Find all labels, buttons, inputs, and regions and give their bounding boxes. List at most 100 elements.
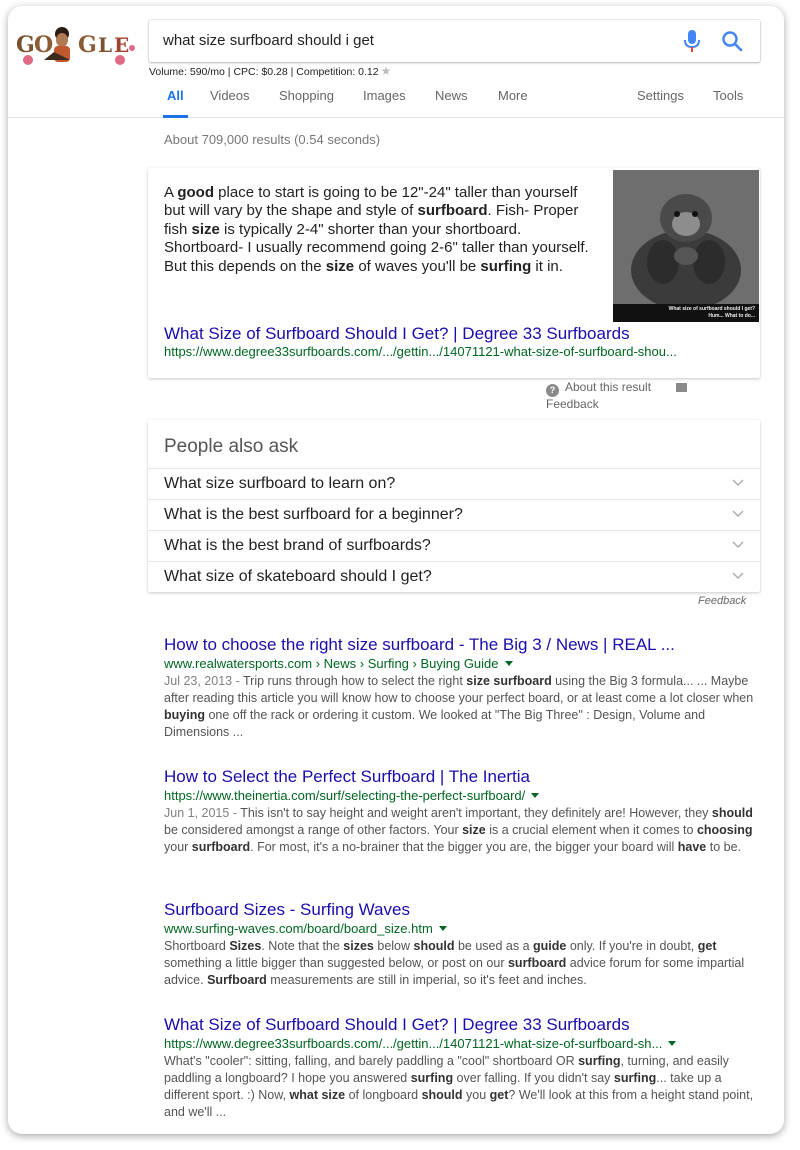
search-box[interactable] xyxy=(149,20,760,62)
desc-part: your xyxy=(164,840,192,854)
result-url: www.realwatersports.com › News › Surfing… xyxy=(164,656,754,672)
desc-bold: Surfboard xyxy=(207,973,267,987)
doodle-icon: G O G L E xyxy=(16,27,135,65)
feedback-label: Feedback xyxy=(546,397,599,411)
dropdown-caret-icon[interactable] xyxy=(504,661,513,666)
about-result-button[interactable]: ? About this result xyxy=(546,380,652,397)
snippet-text-part: of waves you'll be xyxy=(354,257,481,275)
caption-line: Hum... What to do... xyxy=(708,313,755,319)
result-url-text: www.surfing-waves.com/board/board_size.h… xyxy=(164,921,433,936)
desc-part: . Note that the xyxy=(261,939,344,953)
desc-part: something a little bigger than suggested… xyxy=(164,956,508,970)
tab-tools[interactable]: Tools xyxy=(713,88,743,118)
dropdown-caret-icon[interactable] xyxy=(531,793,540,798)
paa-question[interactable]: What size surfboard to learn on? xyxy=(148,468,760,499)
paa-question-text: What size of skateboard should I get? xyxy=(164,568,432,585)
desc-bold: get xyxy=(697,939,717,953)
desc-part: you xyxy=(462,1088,490,1102)
result-title-link[interactable]: Surfboard Sizes - Surfing Waves xyxy=(164,899,754,921)
result-url-text: https://www.degree33surfboards.com/.../g… xyxy=(164,1036,663,1051)
desc-bold: surfboard xyxy=(507,956,567,970)
desc-part: one off the rack or ordering it custom. … xyxy=(164,708,706,739)
search-tabs: All Videos Shopping Images News More Set… xyxy=(149,88,760,118)
snippet-text: A good place to start is going to be 12"… xyxy=(164,184,594,276)
snippet-title-link[interactable]: What Size of Surfboard Should I Get? | D… xyxy=(164,324,630,344)
result-date: Jul 23, 2013 - xyxy=(164,674,243,688)
desc-bold: should xyxy=(413,939,455,953)
desc-part: measurements are still in imperial, so i… xyxy=(266,973,587,987)
chevron-down-icon xyxy=(732,541,744,548)
desc-part: to be. xyxy=(706,840,741,854)
svg-text:G: G xyxy=(16,32,35,58)
search-header: G O G L E what size surfboard should i g… xyxy=(8,6,784,118)
paa-question[interactable]: What size of skateboard should I get? xyxy=(148,561,760,592)
tab-news[interactable]: News xyxy=(435,88,468,118)
desc-part: below xyxy=(373,939,414,953)
dropdown-caret-icon[interactable] xyxy=(668,1041,677,1046)
desc-part: of longboard xyxy=(345,1088,422,1102)
paa-feedback-link[interactable]: Feedback xyxy=(698,595,746,607)
tab-videos[interactable]: Videos xyxy=(210,88,250,118)
snippet-text-bold: good xyxy=(177,184,215,201)
result-description: Jul 23, 2013 - Trip runs through how to … xyxy=(164,673,754,741)
desc-part: What's "cooler": sitting, falling, and b… xyxy=(164,1054,579,1068)
tab-all[interactable]: All xyxy=(163,88,188,118)
featured-snippet: A good place to start is going to be 12"… xyxy=(148,168,760,378)
svg-text:E: E xyxy=(114,33,129,57)
snippet-text-bold: size xyxy=(325,257,355,275)
keyword-stats-text: Volume: 590/mo | CPC: $0.28 | Competitio… xyxy=(149,66,379,78)
snippet-image-caption: What size of surfboard should I get? Hum… xyxy=(613,304,759,322)
result-url-text: www.realwatersports.com › News › Surfing… xyxy=(164,656,499,671)
chevron-down-icon xyxy=(732,479,744,486)
result-title-link[interactable]: How to choose the right size surfboard -… xyxy=(164,634,754,656)
snippet-text-part: it in. xyxy=(531,257,563,275)
result-description: What's "cooler": sitting, falling, and b… xyxy=(164,1053,754,1121)
microphone-icon[interactable] xyxy=(684,30,700,52)
desc-bold: sizes xyxy=(343,939,374,953)
desc-part: be used as a xyxy=(454,939,533,953)
search-input[interactable] xyxy=(163,20,643,62)
search-result: How to Select the Perfect Surfboard | Th… xyxy=(164,766,754,856)
about-result-row: ? About this result Feedback xyxy=(546,380,746,411)
search-result: What Size of Surfboard Should I Get? | D… xyxy=(164,1014,754,1121)
keyword-stats: Volume: 590/mo | CPC: $0.28 | Competitio… xyxy=(149,64,391,78)
people-also-ask: People also ask What size surfboard to l… xyxy=(148,420,760,592)
desc-bold: buying xyxy=(164,708,205,722)
tab-more[interactable]: More xyxy=(498,88,528,118)
chevron-down-icon xyxy=(732,510,744,517)
snippet-image[interactable]: What size of surfboard should I get? Hum… xyxy=(613,170,759,322)
dropdown-caret-icon[interactable] xyxy=(438,926,447,931)
feedback-icon xyxy=(676,383,688,392)
paa-question-text: What size surfboard to learn on? xyxy=(164,475,396,492)
tab-shopping[interactable]: Shopping xyxy=(279,88,334,118)
snippet-text-bold: surfing xyxy=(480,257,532,275)
desc-part: is a crucial element when it comes to xyxy=(485,823,697,837)
desc-bold: size surfboard xyxy=(466,674,552,688)
desc-bold: have xyxy=(677,840,707,854)
desc-bold: guide xyxy=(533,939,567,953)
paa-question[interactable]: What is the best brand of surfboards? xyxy=(148,530,760,561)
result-url-text: https://www.theinertia.com/surf/selectin… xyxy=(164,788,526,803)
result-title-link[interactable]: How to Select the Perfect Surfboard | Th… xyxy=(164,766,754,788)
desc-part: . For most, it's a no-brainer that the b… xyxy=(250,840,678,854)
search-result: How to choose the right size surfboard -… xyxy=(164,634,754,741)
desc-bold: surfboard xyxy=(191,840,251,854)
result-title-link[interactable]: What Size of Surfboard Should I Get? | D… xyxy=(164,1014,754,1036)
caption-line: What size of surfboard should I get? xyxy=(668,306,755,312)
search-icon[interactable] xyxy=(721,30,743,52)
paa-question-text: What is the best surfboard for a beginne… xyxy=(164,506,463,523)
tab-settings[interactable]: Settings xyxy=(637,88,684,118)
orangutan-image-icon xyxy=(613,170,759,310)
tab-images[interactable]: Images xyxy=(363,88,406,118)
about-label: About this result xyxy=(565,380,652,394)
search-result: Surfboard Sizes - Surfing Waves www.surf… xyxy=(164,899,754,989)
paa-question[interactable]: What is the best surfboard for a beginne… xyxy=(148,499,760,530)
svg-text:L: L xyxy=(98,33,112,57)
star-icon[interactable]: ★ xyxy=(381,64,392,78)
desc-bold: should xyxy=(421,1088,463,1102)
snippet-text-bold: size xyxy=(191,220,220,238)
paa-title: People also ask xyxy=(164,436,299,457)
result-description: Shortboard Sizes. Note that the sizes be… xyxy=(164,938,754,989)
result-url: https://www.theinertia.com/surf/selectin… xyxy=(164,788,754,804)
google-doodle-logo[interactable]: G O G L E xyxy=(14,22,136,68)
